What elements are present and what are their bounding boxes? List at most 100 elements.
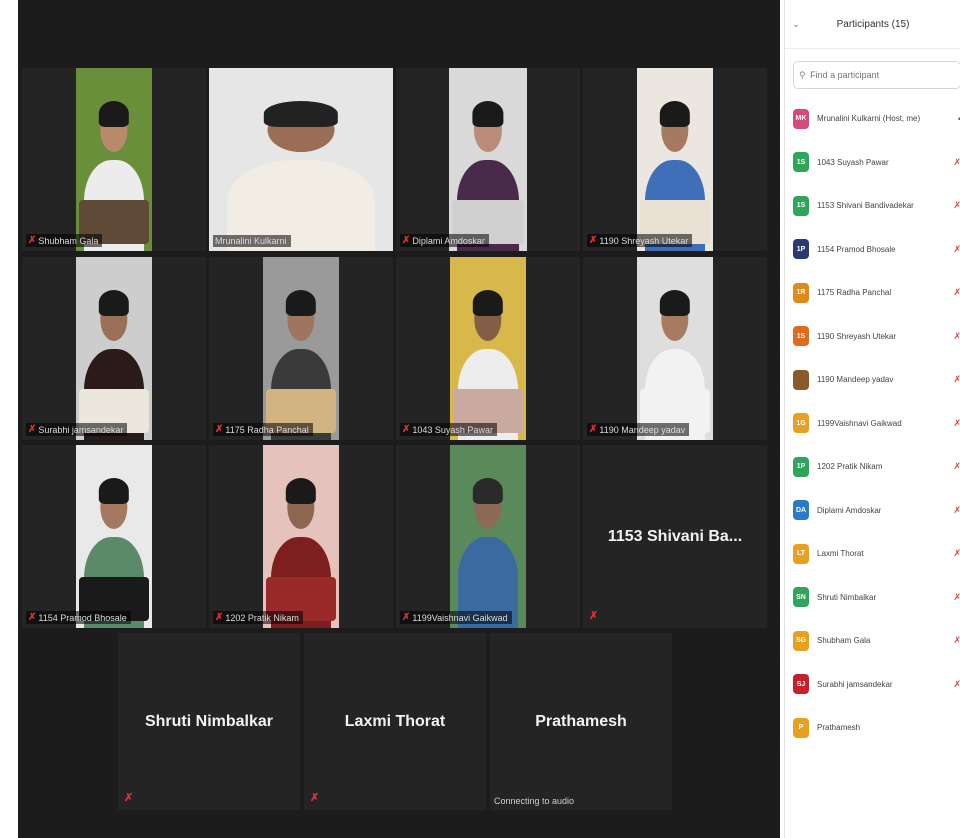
video-feed [450,445,526,628]
participants-panel: ⌄ Participants (15) ⚲ MK Mrunalini Kulkar… [784,0,960,838]
avatar: 1P [793,456,809,477]
participant-row-name: 1043 Suyash Pawar [817,157,889,167]
participant-name-large: 1153 Shivani Ba... [607,527,743,545]
participant-nametag: ✗ 1154 Pramod Bhosale [26,611,131,624]
participant-row[interactable]: 1S 1190 Shreyash Utekar ✗ [785,315,960,359]
participant-row[interactable]: 1P 1154 Pramod Bhosale ✗ [785,228,960,272]
avatar: 1S [793,195,809,216]
participant-name: Diplami Amdoskar [412,235,485,246]
video-tile[interactable]: Prathamesh Connecting to audio [490,633,672,810]
avatar: 1R [793,282,809,303]
video-tile[interactable]: 1153 Shivani Ba... ✗ [583,445,767,628]
mic-muted-icon: ✗ [589,424,598,435]
avatar: 1P [793,239,809,260]
video-tile[interactable]: ✗ Shubham Gala [22,68,206,251]
participant-name: 1199Vaishnavi Gaikwad [412,612,508,623]
participant-row-name: 1153 Shivani Bandivadekar [817,201,914,211]
participant-name: 1043 Suyash Pawar [412,424,493,435]
person-hair [98,289,130,316]
video-gallery: ✗ Shubham Gala Mrunalini Kulkarni ✗ Diplami … [18,0,780,838]
person-hair [472,477,504,504]
mic-muted-icon: ✗ [589,610,599,622]
person-hair [98,477,130,504]
participant-row[interactable]: 1R 1175 Radha Panchal ✗ [785,271,960,315]
person-hair [659,100,691,127]
mic-muted-icon[interactable]: ✗ [953,635,960,646]
participant-row-name: 1154 Pramod Bhosale [817,244,896,254]
participant-row-name: 1202 Pratik Nikam [817,462,883,472]
participant-row[interactable]: MKMrunalini Kulkarni (Host, me)• [785,97,960,141]
participant-row[interactable]: SJ Surabhi jamsandekar ✗ [785,663,960,707]
participant-row-name: 1175 Radha Panchal [817,288,892,298]
participant-row[interactable]: 1S 1043 Suyash Pawar ✗ [785,141,960,185]
participant-row[interactable]: 1G 1199Vaishnavi Gaikwad ✗ [785,402,960,446]
mic-muted-icon: ✗ [310,792,320,804]
participant-row[interactable]: SG Shubham Gala ✗ [785,619,960,663]
participant-name-large: Shruti Nimbalkar [144,712,274,730]
mic-muted-icon[interactable]: ✗ [953,200,960,211]
video-tile[interactable]: Mrunalini Kulkarni [209,68,393,251]
video-tile[interactable]: Laxmi Thorat ✗ [304,633,486,810]
participant-row[interactable]: 1190 Mandeep yadav ✗ [785,358,960,402]
avatar: P [793,717,809,738]
participant-nametag: ✗ 1202 Pratik Nikam [213,611,303,624]
mic-muted-icon[interactable]: ✗ [953,374,960,385]
person-hair [285,289,317,316]
participant-row-name: 1199Vaishnavi Gaikwad [817,418,902,428]
mic-muted-icon[interactable]: ✗ [953,331,960,342]
participant-row[interactable]: DA Diplami Amdoskar ✗ [785,489,960,533]
mic-muted-icon[interactable]: ✗ [953,679,960,690]
avatar: DA [793,500,809,521]
participant-row[interactable]: 1P 1202 Pratik Nikam ✗ [785,445,960,489]
mic-muted-icon: ✗ [215,612,224,623]
video-feed [76,445,152,628]
mic-muted-icon[interactable]: ✗ [953,244,960,255]
mic-muted-icon[interactable]: ✗ [953,287,960,298]
video-tile[interactable]: ✗ 1199Vaishnavi Gaikwad [396,445,580,628]
video-tile[interactable]: ✗ 1190 Shreyash Utekar [583,68,767,251]
participant-row[interactable]: LT Laxmi Thorat ✗ [785,532,960,576]
video-tile[interactable]: ✗ Diplami Amdoskar [396,68,580,251]
video-tile[interactable]: Shruti Nimbalkar ✗ [118,633,300,810]
participant-name: 1202 Pratik Nikam [225,612,299,623]
participant-nametag: ✗ Surabhi jamsandekar [26,423,128,436]
participant-row-name: Mrunalini Kulkarni (Host, me) [817,114,921,124]
person-hair [472,100,504,127]
chevron-down-icon[interactable]: ⌄ [785,19,807,30]
participant-row[interactable]: 1S 1153 Shivani Bandivadekar ✗ [785,184,960,228]
mic-muted-icon[interactable]: ✗ [953,548,960,559]
participant-search[interactable]: ⚲ [793,61,960,89]
mic-muted-icon[interactable]: ✗ [953,592,960,603]
video-tile[interactable]: ✗ 1175 Radha Panchal [209,257,393,440]
mic-muted-icon[interactable]: ✗ [953,418,960,429]
search-input[interactable] [808,69,943,81]
person-hair [285,477,317,504]
connection-status: Connecting to audio [494,796,575,806]
participant-row-name: Prathamesh [817,723,861,733]
person-hair [659,289,691,316]
panel-header: ⌄ Participants (15) [785,0,960,49]
participant-nametag: ✗ 1190 Mandeep yadav [587,423,690,436]
participant-row[interactable]: SN Shruti Nimbalkar ✗ [785,576,960,620]
mic-muted-icon[interactable]: ✗ [953,505,960,516]
avatar: 1G [793,413,809,434]
video-tile[interactable]: ✗ 1043 Suyash Pawar [396,257,580,440]
participant-name: 1190 Shreyash Utekar [599,235,689,246]
avatar: 1S [793,326,809,347]
video-tile[interactable]: ✗ 1190 Mandeep yadav [583,257,767,440]
video-tile[interactable]: ✗ Surabhi jamsandekar [22,257,206,440]
search-icon: ⚲ [799,69,809,80]
person-hair [472,289,504,316]
mic-muted-icon: ✗ [402,612,411,623]
participant-row-name: Diplami Amdoskar [817,505,882,515]
video-tile[interactable]: ✗ 1154 Pramod Bhosale [22,445,206,628]
participant-nametag: ✗ 1043 Suyash Pawar [400,423,497,436]
participant-nametag: ✗ 1199Vaishnavi Gaikwad [400,611,512,624]
mic-muted-icon[interactable]: ✗ [953,157,960,168]
mic-muted-icon: ✗ [402,424,411,435]
participant-row-name: Surabhi jamsandekar [817,679,893,689]
participant-row[interactable]: P Prathamesh [785,706,960,750]
mic-muted-icon[interactable]: ✗ [953,461,960,472]
video-tile[interactable]: ✗ 1202 Pratik Nikam [209,445,393,628]
participant-name: 1175 Radha Panchal [225,424,309,435]
